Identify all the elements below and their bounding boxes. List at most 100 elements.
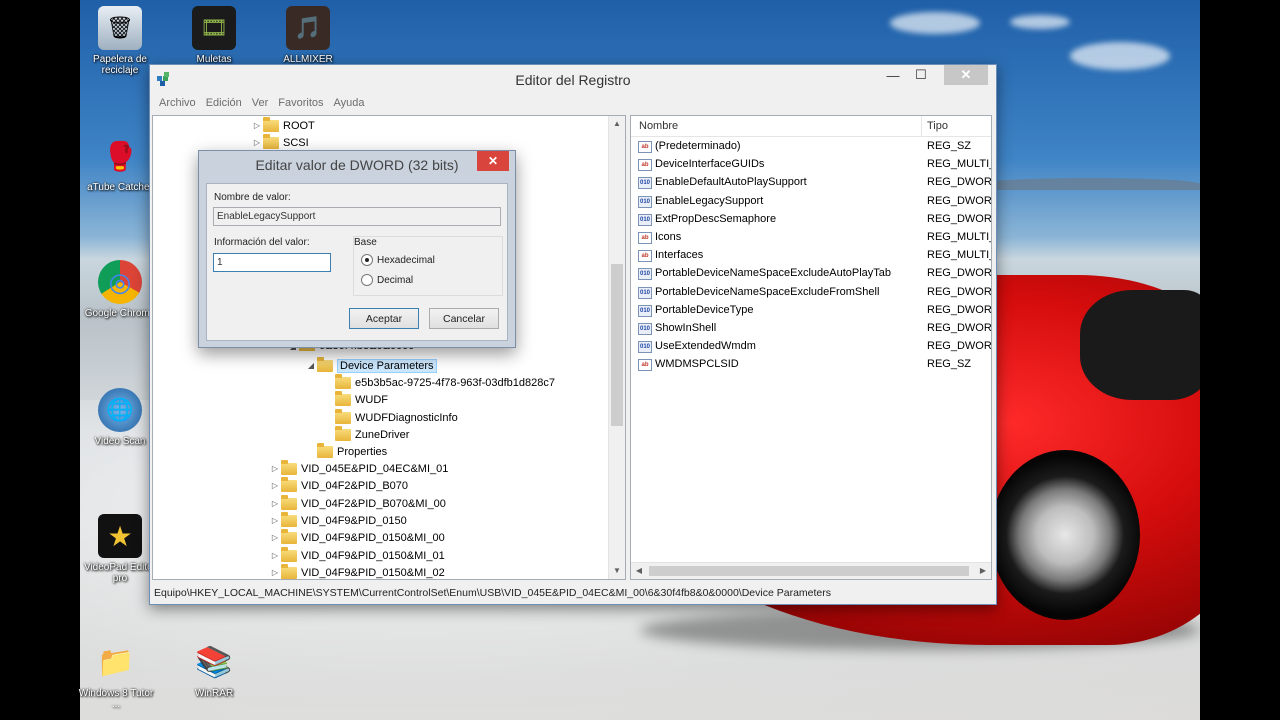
tree-item[interactable]: ▷ VID_04F9&PID_0150&MI_01 <box>269 546 445 564</box>
desktop-icon-folder[interactable]: 📁 Windows 8 Tutor ... <box>76 640 156 711</box>
title-bar[interactable]: Editor del Registro — ☐ ✕ <box>150 65 996 95</box>
value-name-field[interactable]: EnableLegacySupport <box>213 207 501 226</box>
folder-icon <box>317 442 333 458</box>
value-row[interactable]: 010 PortableDeviceType REG_DWORI <box>631 302 991 320</box>
value-name: EnableLegacySupport <box>655 194 764 207</box>
expand-arrow-icon[interactable]: ▷ <box>269 481 281 490</box>
tree-item-label: WUDFDiagnosticInfo <box>355 411 458 424</box>
tree-item[interactable]: ▷ VID_04F9&PID_0150 <box>269 511 407 529</box>
scroll-thumb[interactable] <box>649 566 969 576</box>
tree-item[interactable]: WUDFDiagnosticInfo <box>323 408 458 426</box>
desktop-icon-label: Papelera de reciclaje <box>93 54 147 76</box>
value-data-input[interactable]: 1 <box>213 253 331 272</box>
expand-arrow-icon[interactable]: ▷ <box>269 533 281 542</box>
desktop-icon-video-scan[interactable]: 🌐 Video Scan <box>80 388 160 447</box>
column-separator[interactable] <box>921 116 922 137</box>
tree-item[interactable]: ▷ VID_04F9&PID_0150&MI_02 <box>269 563 445 579</box>
decimal-radio[interactable]: Decimal <box>361 274 413 286</box>
expand-arrow-icon[interactable]: ▷ <box>251 121 263 130</box>
value-type: REG_SZ <box>927 140 972 152</box>
values-list-pane[interactable]: Nombre Tipo ab (Predeterminado) REG_SZ ab De… <box>630 115 992 580</box>
scroll-down-icon[interactable]: ▼ <box>609 563 625 579</box>
binary-value-icon: 010 <box>638 268 652 281</box>
minimize-button[interactable]: — <box>880 65 906 85</box>
tree-item[interactable]: ▷ VID_04F2&PID_B070 <box>269 476 408 494</box>
desktop-icon-recycle-bin[interactable]: 🗑 Papelera de reciclaje <box>80 6 160 76</box>
tree-item-label: VID_04F9&PID_0150&MI_01 <box>301 549 445 562</box>
column-header-name[interactable]: Nombre <box>639 120 678 132</box>
desktop-icon-atube-catcher[interactable]: 🥊 aTube Catcher <box>80 134 160 194</box>
scroll-thumb[interactable] <box>611 264 623 426</box>
desktop-icon-videopad[interactable]: ★ VideoPad Editor pro <box>80 514 160 584</box>
collapse-arrow-icon[interactable]: ◢ <box>305 361 317 370</box>
folder-icon <box>335 408 351 424</box>
value-type: REG_DWORI <box>927 212 992 225</box>
folder-icon <box>281 511 297 527</box>
expand-arrow-icon[interactable]: ▷ <box>269 551 281 560</box>
tree-item[interactable]: Properties <box>305 442 387 460</box>
value-row[interactable]: ab DeviceInterfaceGUIDs REG_MULTI_ <box>631 156 991 174</box>
scroll-right-icon[interactable]: ▶ <box>975 563 991 579</box>
status-bar-path: Equipo\HKEY_LOCAL_MACHINE\SYSTEM\Current… <box>154 587 831 599</box>
window-title: Editor del Registro <box>515 72 631 88</box>
tree-item[interactable]: ▷ VID_04F2&PID_B070&MI_00 <box>269 494 446 512</box>
dialog-close-button[interactable]: ✕ <box>477 151 509 171</box>
value-row[interactable]: ab WMDMSPCLSID REG_SZ <box>631 356 991 374</box>
tree-item[interactable]: e5b3b5ac-9725-4f78-963f-03dfb1d828c7 <box>323 373 555 391</box>
value-name-label: Nombre de valor: <box>214 192 291 203</box>
menu-ver[interactable]: Ver <box>247 96 274 114</box>
tree-item[interactable]: ▷ SCSI <box>251 133 309 151</box>
tree-item-selected[interactable]: ◢ Device Parameters <box>305 356 437 374</box>
value-row[interactable]: 010 UseExtendedWmdm REG_DWORI <box>631 338 991 356</box>
tree-item[interactable]: ▷ VID_045E&PID_04EC&MI_01 <box>269 459 448 477</box>
expand-arrow-icon[interactable]: ▷ <box>269 568 281 577</box>
value-name: PortableDeviceType <box>655 303 754 316</box>
desktop-icon-media[interactable]: 🎵 ALLMIXER <box>268 6 348 65</box>
tree-item[interactable]: ▷ VID_04F9&PID_0150&MI_00 <box>269 528 445 546</box>
expand-arrow-icon[interactable]: ▷ <box>251 138 263 147</box>
scroll-left-icon[interactable]: ◀ <box>631 563 647 579</box>
value-row[interactable]: 010 EnableDefaultAutoPlaySupport REG_DWORI <box>631 174 991 192</box>
value-type: REG_DWORI <box>927 340 992 353</box>
tree-item[interactable]: ▷ ROOT <box>251 116 315 134</box>
menu-favoritos[interactable]: Favoritos <box>273 96 328 114</box>
expand-arrow-icon[interactable]: ▷ <box>269 499 281 508</box>
tree-item-label: ROOT <box>283 119 315 132</box>
expand-arrow-icon[interactable]: ▷ <box>269 516 281 525</box>
value-row[interactable]: 010 PortableDeviceNameSpaceExcludeAutoPla… <box>631 265 991 283</box>
value-row[interactable]: 010 ExtPropDescSemaphore REG_DWORI <box>631 211 991 229</box>
tree-item[interactable]: ZuneDriver <box>323 425 409 443</box>
value-row[interactable]: 010 ShowInShell REG_DWORI <box>631 320 991 338</box>
maximize-button[interactable]: ☐ <box>908 65 934 85</box>
list-horizontal-scrollbar[interactable]: ◀ ▶ <box>631 562 991 579</box>
tree-vertical-scrollbar[interactable]: ▲ ▼ <box>608 116 625 579</box>
cancel-button[interactable]: Cancelar <box>429 308 499 329</box>
tree-item[interactable]: WUDF <box>323 390 388 408</box>
desktop-icon-winrar[interactable]: 📚 WinRAR <box>174 640 254 700</box>
desktop-icon-label: aTube Catcher <box>87 182 153 193</box>
binary-value-icon: 010 <box>638 213 652 226</box>
hexadecimal-radio[interactable]: Hexadecimal <box>361 254 435 266</box>
value-row[interactable]: ab Interfaces REG_MULTI_ <box>631 247 991 265</box>
column-header-type[interactable]: Tipo <box>927 120 948 132</box>
scroll-up-icon[interactable]: ▲ <box>609 116 625 132</box>
string-value-icon: ab <box>638 232 652 244</box>
folder-icon <box>281 546 297 562</box>
value-name: Interfaces <box>655 249 704 262</box>
ok-button[interactable]: Aceptar <box>349 308 419 329</box>
menu-edicion[interactable]: Edición <box>201 96 247 114</box>
folder-icon <box>281 528 297 544</box>
binary-value-icon: 010 <box>638 304 652 317</box>
value-row[interactable]: 010 PortableDeviceNameSpaceExcludeFromShe… <box>631 284 991 302</box>
close-button[interactable]: ✕ <box>944 65 988 85</box>
menu-ayuda[interactable]: Ayuda <box>329 96 370 114</box>
value-type: REG_DWORI <box>927 194 992 207</box>
value-row[interactable]: ab Icons REG_MULTI_ <box>631 229 991 247</box>
folder-icon <box>281 476 297 492</box>
value-row[interactable]: 010 EnableLegacySupport REG_DWORI <box>631 193 991 211</box>
desktop-icon-chrome[interactable]: ◎ Google Chrome <box>80 260 160 319</box>
value-row[interactable]: ab (Predeterminado) REG_SZ <box>631 138 991 156</box>
menu-archivo[interactable]: Archivo <box>154 96 201 114</box>
expand-arrow-icon[interactable]: ▷ <box>269 464 281 473</box>
tree-item-label: e5b3b5ac-9725-4f78-963f-03dfb1d828c7 <box>355 376 555 389</box>
